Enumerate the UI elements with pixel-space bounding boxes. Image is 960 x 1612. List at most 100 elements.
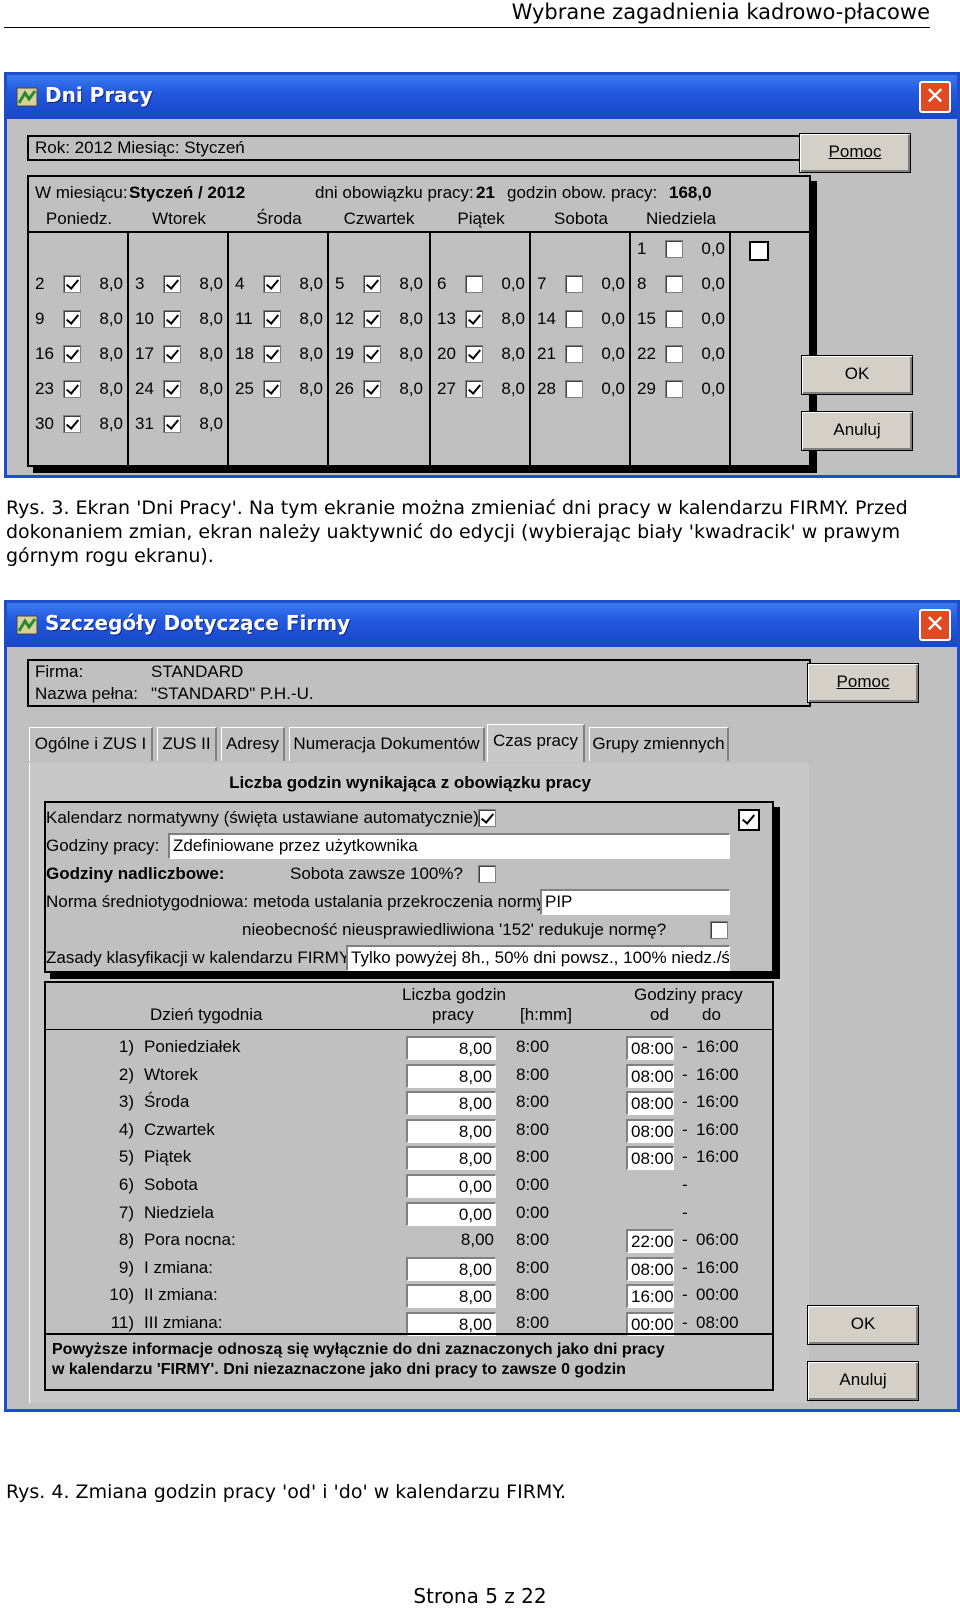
do-time-value: 16:00 [696,1037,739,1056]
anuluj-button[interactable]: Anuluj [801,411,913,451]
od-time-field[interactable]: 08:00 [626,1118,674,1143]
day-workday-checkbox[interactable] [465,310,483,328]
hmm-value: 8:00 [516,1285,550,1305]
row-number: 9) [118,1257,134,1277]
day-workday-checkbox[interactable] [363,275,381,293]
close-icon[interactable]: ✕ [919,81,951,113]
tab-adresy[interactable]: Adresy [221,727,285,761]
day-workday-checkbox[interactable] [665,345,683,363]
day-workday-checkbox[interactable] [63,310,81,328]
time-dash: - [682,1119,688,1139]
day-number: 9 [35,309,45,328]
pomoc-button[interactable]: Pomoc [807,663,919,703]
day-hours: 0,0 [601,344,625,363]
day-number: 30 [35,414,54,433]
day-workday-checkbox[interactable] [465,345,483,363]
day-workday-checkbox[interactable] [263,380,281,398]
anuluj-button[interactable]: Anuluj [807,1361,919,1401]
od-time-field[interactable]: 08:00 [626,1036,674,1060]
table-row: 6) Sobota 0,00 0:00 - [46,1173,772,1199]
day-hours: 8,0 [199,379,223,398]
day-number: 20 [437,344,456,363]
day-workday-checkbox[interactable] [63,275,81,293]
tab-grupy-zmiennych[interactable]: Grupy zmiennych [589,727,729,761]
od-time-field[interactable]: 08:00 [626,1146,674,1171]
day-workday-checkbox[interactable] [363,380,381,398]
tab-czas-pracy[interactable]: Czas pracy [487,724,585,762]
hours-table: Dzień tygodnia Liczba godzin pracy [h:mm… [44,981,774,1391]
day-number: 15 [637,309,656,328]
dni-pracy-titlebar[interactable]: Dni Pracy ✕ [7,75,957,119]
window-title: Szczegóły Dotyczące Firmy [45,611,351,635]
note-divider [46,1333,772,1335]
godziny-pracy-label: Godziny pracy: [46,836,160,855]
od-time-field[interactable]: 22:00 [626,1229,674,1254]
hours-field[interactable]: 0,00 [406,1201,496,1226]
kalendarz-checkbox[interactable] [478,809,496,827]
godzin-obow-label: godzin obow. pracy: [507,183,658,202]
nieobecnosc-checkbox[interactable] [710,921,728,939]
row-number: 11) [110,1313,134,1332]
day-workday-checkbox[interactable] [263,345,281,363]
ok-button[interactable]: OK [801,355,913,395]
row-number: 6) [118,1175,134,1194]
hours-field[interactable]: 8,00 [406,1118,496,1143]
day-workday-checkbox[interactable] [63,345,81,363]
day-workday-checkbox[interactable] [163,345,181,363]
edit-toggle-checkbox[interactable] [738,809,760,831]
day-workday-checkbox[interactable] [565,310,583,328]
day-number: 16 [35,344,54,363]
day-workday-checkbox[interactable] [665,240,683,258]
godziny-pracy-field[interactable]: Zdefiniowane przez użytkownika [168,833,730,859]
day-workday-checkbox[interactable] [63,380,81,398]
close-icon[interactable]: ✕ [919,609,951,641]
day-workday-checkbox[interactable] [263,275,281,293]
hmm-value: 8:00 [516,1257,550,1277]
day-workday-checkbox[interactable] [363,345,381,363]
day-workday-checkbox[interactable] [465,380,483,398]
od-time-field[interactable]: 08:00 [626,1256,674,1281]
od-time-field[interactable]: 16:00 [626,1284,674,1309]
sobota-checkbox[interactable] [478,865,496,883]
day-workday-checkbox[interactable] [665,310,683,328]
day-workday-checkbox[interactable] [163,380,181,398]
hours-field[interactable]: 0,00 [406,1174,496,1198]
day-workday-checkbox[interactable] [163,415,181,433]
hours-field[interactable]: 8,00 [406,1284,496,1309]
day-workday-checkbox[interactable] [163,310,181,328]
zasady-field[interactable]: Tylko powyżej 8h., 50% dni powsz., 100% … [346,945,730,971]
hours-field[interactable]: 8,00 [406,1036,496,1060]
column-divider [127,233,129,465]
row-number: 1) [118,1037,134,1056]
edit-toggle-checkbox[interactable] [749,241,769,261]
hours-field[interactable]: 8,00 [406,1146,496,1171]
hours-field[interactable]: 8,00 [406,1256,496,1281]
day-workday-checkbox[interactable] [465,275,483,293]
day-workday-checkbox[interactable] [565,275,583,293]
tab-numeracja-dokumentow[interactable]: Numeracja Dokumentów [289,727,485,761]
day-workday-checkbox[interactable] [665,275,683,293]
od-time-field[interactable]: 08:00 [626,1091,674,1116]
hours-field[interactable]: 8,00 [406,1091,496,1116]
szczegoly-titlebar[interactable]: Szczegóły Dotyczące Firmy ✕ [7,603,957,647]
weekday-label: Piątek [457,209,505,228]
pomoc-button[interactable]: Pomoc [799,133,911,173]
do-time-value: 16:00 [696,1064,739,1084]
tab-ogolne-zus[interactable]: Ogólne i ZUS I [29,727,153,761]
norma-field[interactable]: PIP [540,889,730,915]
day-workday-checkbox[interactable] [63,415,81,433]
day-workday-checkbox[interactable] [565,380,583,398]
table-row: 4) Czwartek 8,00 8:00 08:00-16:00 [46,1118,772,1144]
time-dash: - [682,1064,688,1084]
od-time-field[interactable]: 08:00 [626,1063,674,1088]
column-divider [729,233,731,465]
day-workday-checkbox[interactable] [163,275,181,293]
ok-button[interactable]: OK [807,1305,919,1345]
day-workday-checkbox[interactable] [263,310,281,328]
day-workday-checkbox[interactable] [363,310,381,328]
day-workday-checkbox[interactable] [565,345,583,363]
day-workday-checkbox[interactable] [665,380,683,398]
hours-field[interactable]: 8,00 [406,1063,496,1088]
day-number: 11 [235,309,253,328]
tab-zus-ii[interactable]: ZUS II [157,727,217,761]
